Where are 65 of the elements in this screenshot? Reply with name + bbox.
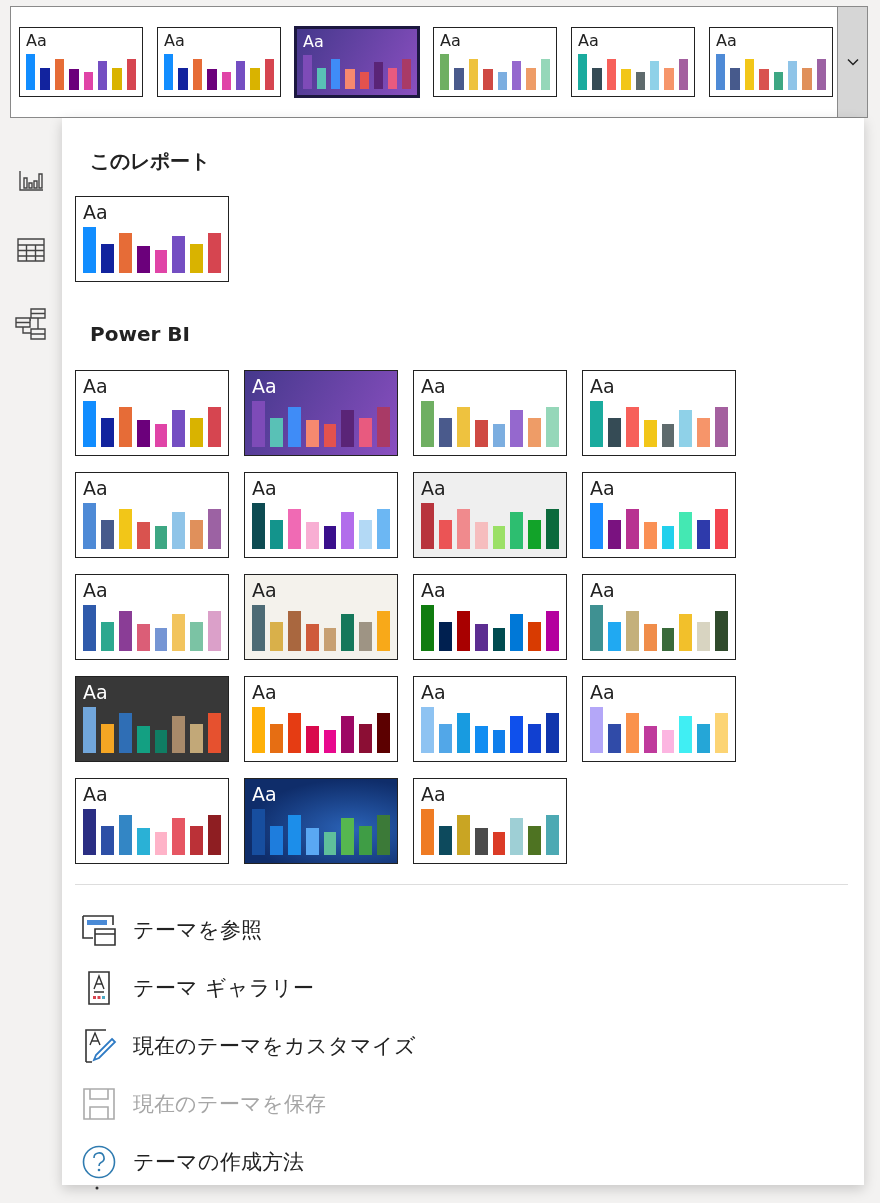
theme-sample-text: Aa: [252, 477, 277, 499]
theme-sample-text: Aa: [440, 32, 461, 50]
table-icon[interactable]: [17, 238, 45, 262]
browse-icon: [81, 913, 117, 947]
theme-thumbnail[interactable]: Aa: [413, 574, 567, 660]
theme-thumbnail[interactable]: Aa: [709, 27, 833, 97]
theme-sample-text: Aa: [578, 32, 599, 50]
theme-thumbnail[interactable]: Aa: [244, 676, 398, 762]
section-heading: Power BI: [89, 321, 191, 348]
theme-thumbnail[interactable]: Aa: [75, 778, 229, 864]
theme-thumbnail[interactable]: Aa: [433, 27, 557, 97]
theme-thumbnail[interactable]: Aa: [244, 472, 398, 558]
theme-sample-text: Aa: [164, 32, 185, 50]
bar-chart-icon[interactable]: [18, 170, 44, 192]
theme-thumbnail[interactable]: Aa: [75, 472, 229, 558]
theme-sample-text: Aa: [83, 681, 108, 703]
theme-sample-text: Aa: [421, 477, 446, 499]
theme-sample-text: Aa: [252, 783, 277, 805]
theme-sample-text: Aa: [252, 375, 277, 397]
theme-thumbnail[interactable]: Aa: [75, 574, 229, 660]
theme-sample-text: Aa: [590, 579, 615, 601]
theme-sample-text: Aa: [716, 32, 737, 50]
theme-thumbnail[interactable]: Aa: [244, 778, 398, 864]
theme-thumbnail[interactable]: Aa: [244, 370, 398, 456]
theme-thumbnail[interactable]: Aa: [244, 574, 398, 660]
theme-thumbnail[interactable]: Aa: [75, 370, 229, 456]
theme-sample-text: Aa: [83, 783, 108, 805]
theme-sample-text: Aa: [83, 201, 108, 223]
theme-sample-text: Aa: [421, 681, 446, 703]
theme-thumbnail[interactable]: Aa: [582, 472, 736, 558]
help-icon: [81, 1145, 117, 1179]
chevron-down-icon: [846, 58, 859, 66]
model-icon[interactable]: [15, 308, 47, 340]
theme-thumbnail[interactable]: Aa: [413, 676, 567, 762]
theme-sample-text: Aa: [26, 32, 47, 50]
menu-item[interactable]: テーマを参照: [75, 901, 850, 959]
theme-thumbnail[interactable]: Aa: [582, 370, 736, 456]
theme-sample-text: Aa: [590, 477, 615, 499]
menu-item[interactable]: 現在のテーマをカスタマイズ: [75, 1017, 850, 1075]
theme-thumbnail[interactable]: Aa: [413, 472, 567, 558]
theme-sample-text: Aa: [252, 579, 277, 601]
theme-thumbnail[interactable]: Aa: [571, 27, 695, 97]
theme-thumbnail[interactable]: Aa: [75, 676, 229, 762]
theme-thumbnail[interactable]: Aa: [295, 27, 419, 97]
theme-sample-text: Aa: [252, 681, 277, 703]
theme-sample-text: Aa: [303, 33, 324, 51]
theme-thumbnail[interactable]: Aa: [19, 27, 143, 97]
theme-thumbnail[interactable]: Aa: [413, 370, 567, 456]
theme-thumbnail[interactable]: Aa: [582, 574, 736, 660]
section-heading: このレポート: [89, 148, 211, 175]
theme-sample-text: Aa: [590, 375, 615, 397]
theme-thumbnail[interactable]: Aa: [75, 196, 229, 282]
theme-sample-text: Aa: [83, 477, 108, 499]
theme-sample-text: Aa: [590, 681, 615, 703]
menu-item[interactable]: テーマ ギャラリー: [75, 959, 850, 1017]
theme-sample-text: Aa: [83, 579, 108, 601]
theme-sample-text: Aa: [421, 375, 446, 397]
theme-thumbnail[interactable]: Aa: [582, 676, 736, 762]
theme-sample-text: Aa: [421, 783, 446, 805]
theme-thumbnail[interactable]: Aa: [413, 778, 567, 864]
theme-sample-text: Aa: [421, 579, 446, 601]
menu-item[interactable]: テーマの作成方法: [75, 1133, 850, 1191]
theme-sample-text: Aa: [83, 375, 108, 397]
theme-thumbnail[interactable]: Aa: [157, 27, 281, 97]
save-icon: [81, 1087, 117, 1121]
